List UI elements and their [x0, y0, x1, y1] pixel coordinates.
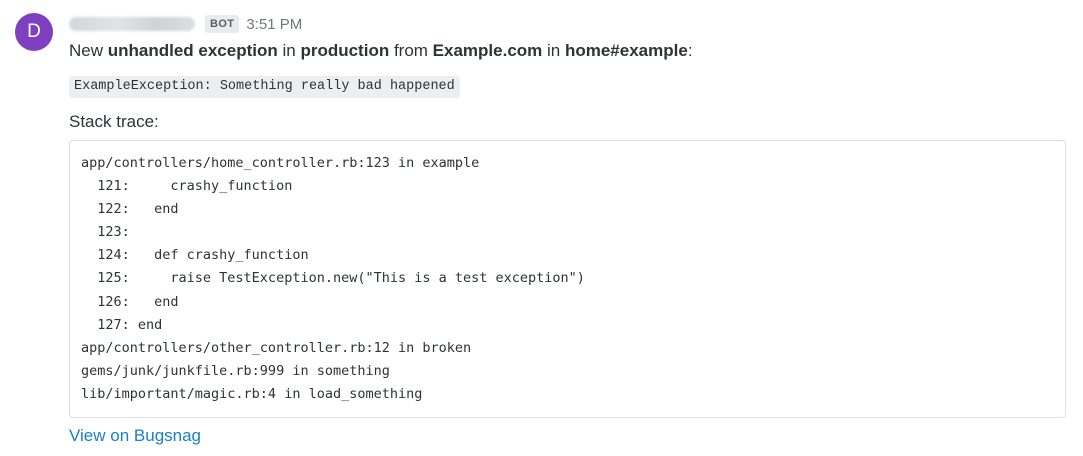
summary-suffix: :: [687, 41, 693, 60]
stack-line: 127: end: [81, 316, 163, 333]
stack-line: lib/important/magic.rb:4 in load_somethi…: [81, 385, 423, 402]
stack-line: 122: end: [81, 201, 179, 218]
stack-trace-block: app/controllers/home_controller.rb:123 i…: [69, 140, 1066, 418]
avatar[interactable]: D: [15, 13, 53, 51]
message-header: BOT 3:51 PM: [69, 14, 302, 34]
stack-line: 121: crashy_function: [81, 178, 293, 195]
username-blurred[interactable]: [69, 17, 195, 31]
bot-message: D BOT 3:51 PM New unhandled exception in…: [0, 0, 1083, 456]
summary-in-2: in: [542, 41, 565, 60]
error-class: unhandled exception: [107, 41, 278, 60]
release-stage: production: [300, 41, 390, 60]
view-on-bugsnag-link[interactable]: View on Bugsnag: [69, 425, 201, 447]
error-context: home#example: [564, 41, 688, 60]
summary-from: from: [389, 41, 433, 60]
timestamp[interactable]: 3:51 PM: [246, 16, 302, 33]
stack-line: gems/junk/junkfile.rb:999 in something: [81, 362, 390, 379]
stack-trace-title: Stack trace:: [69, 112, 159, 131]
summary-in: in: [277, 41, 301, 60]
stack-line: app/controllers/other_controller.rb:12 i…: [81, 339, 472, 356]
stack-line: 123:: [81, 224, 130, 241]
error-summary: New unhandled exception in production fr…: [69, 40, 693, 62]
bot-badge: BOT: [205, 15, 240, 33]
stack-line: 125: raise TestException.new("This is a …: [81, 270, 585, 287]
stack-line: 126: end: [81, 293, 179, 310]
project-name: Example.com: [432, 41, 543, 60]
summary-prefix: New: [69, 41, 108, 60]
stack-line: app/controllers/home_controller.rb:123 i…: [81, 155, 480, 171]
exception-message: ExampleException: Something really bad h…: [69, 76, 460, 98]
stack-line: 124: def crashy_function: [81, 247, 309, 264]
